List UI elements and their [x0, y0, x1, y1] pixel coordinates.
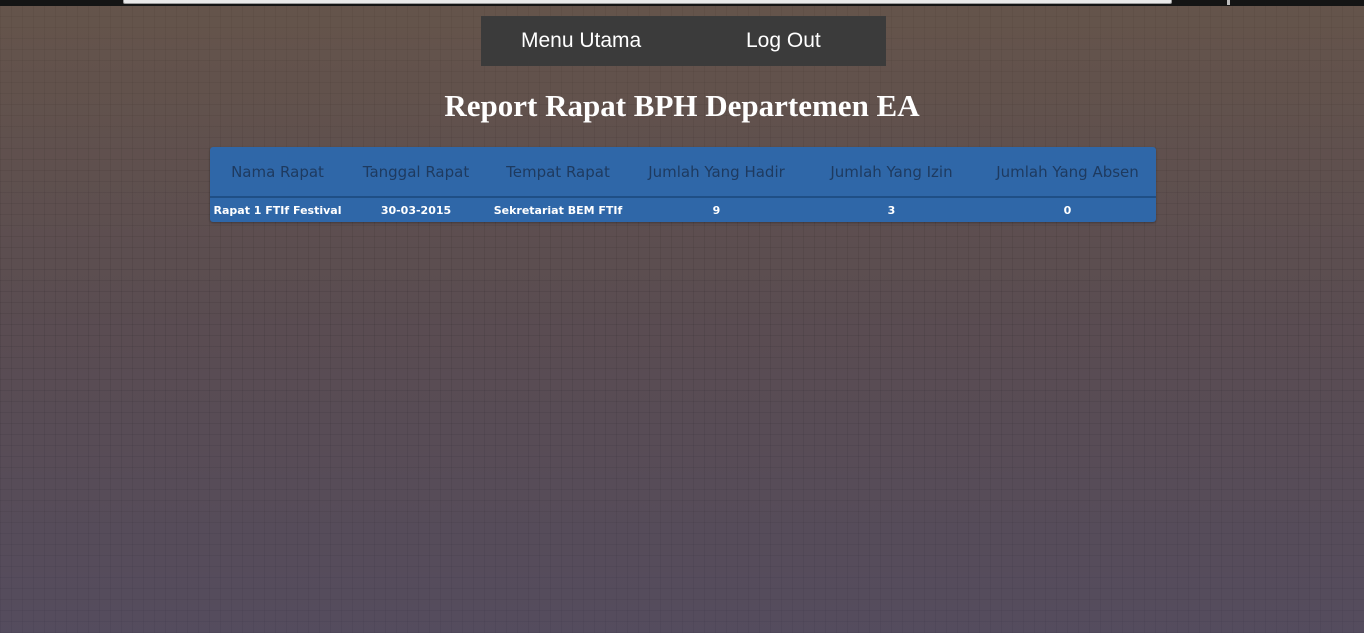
horizontal-scrollbar[interactable]: [123, 0, 1172, 4]
page-title: Report Rapat BPH Departemen EA: [444, 88, 920, 123]
cell-nama-rapat: Rapat 1 FTIf Festival: [213, 203, 342, 217]
report-table: Nama Rapat Tanggal Rapat Tempat Rapat Ju…: [210, 147, 1156, 222]
cell-jumlah-hadir: 9: [712, 203, 721, 217]
cell-jumlah-absen: 0: [1063, 203, 1072, 217]
main-nav: Menu Utama Log Out: [481, 16, 886, 66]
column-header-jumlah-izin: Jumlah Yang Izin: [804, 147, 979, 198]
toolbar-marker: [1227, 0, 1230, 5]
cell-tempat-rapat: Sekretariat BEM FTIf: [493, 203, 623, 217]
browser-top-strip: [0, 0, 1364, 6]
table-row: Rapat 1 FTIf Festival 30-03-2015 Sekreta…: [210, 197, 1156, 222]
cell-jumlah-izin: 3: [887, 203, 896, 217]
column-header-tempat-rapat: Tempat Rapat: [487, 147, 629, 198]
menu-utama-link[interactable]: Menu Utama: [521, 16, 641, 66]
column-header-jumlah-absen: Jumlah Yang Absen: [979, 147, 1156, 198]
table-header-row: Nama Rapat Tanggal Rapat Tempat Rapat Ju…: [210, 147, 1156, 198]
log-out-link[interactable]: Log Out: [746, 16, 821, 66]
column-header-nama-rapat: Nama Rapat: [210, 147, 345, 198]
column-header-jumlah-hadir: Jumlah Yang Hadir: [629, 147, 804, 198]
cell-tanggal-rapat: 30-03-2015: [380, 203, 452, 217]
column-header-tanggal-rapat: Tanggal Rapat: [345, 147, 487, 198]
